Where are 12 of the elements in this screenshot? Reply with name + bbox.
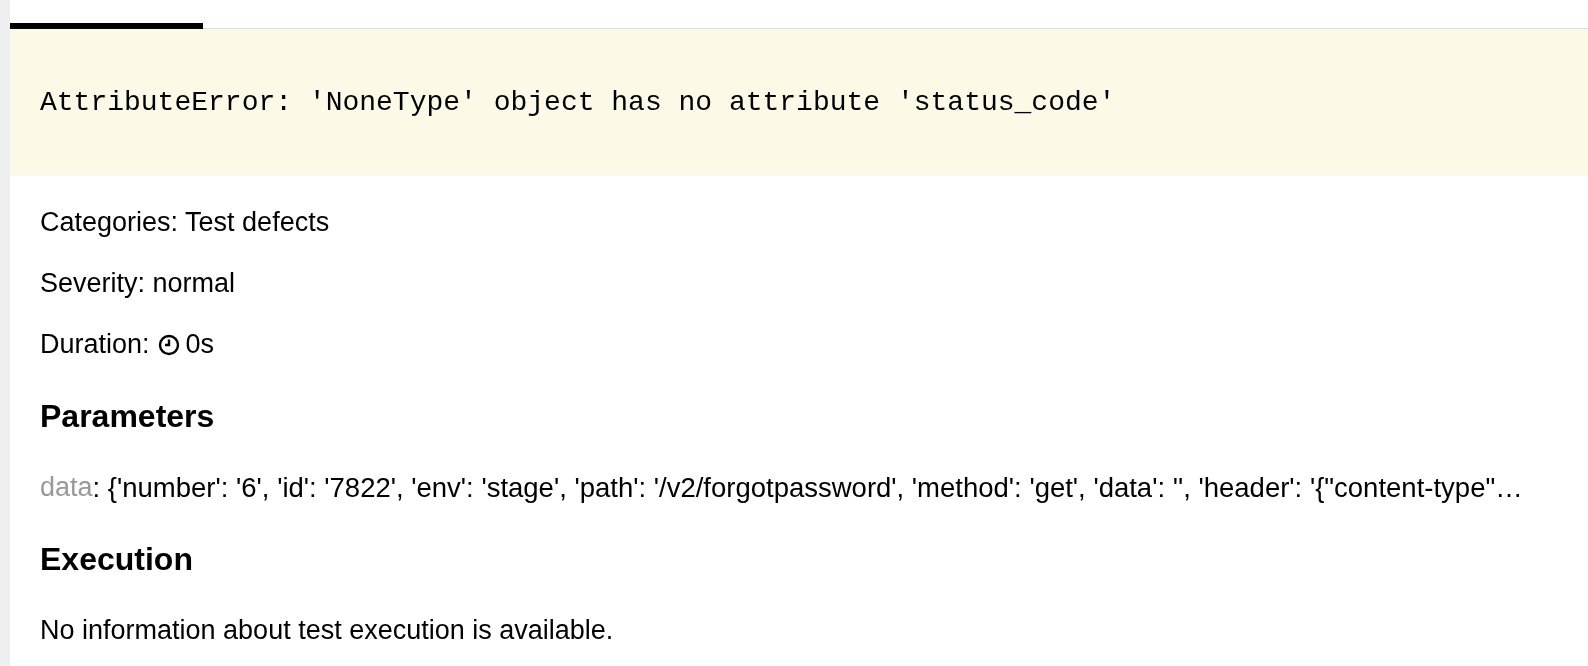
tab-indicator[interactable] bbox=[10, 23, 203, 29]
parameter-value: : {'number': '6', 'id': '7822', 'env': 'stage', 'path': '/v2/forgotpassword', 'method': 'get', 'data': '', 'header': '{"content-type"… bbox=[92, 471, 1523, 504]
section-heading: Parameters bbox=[40, 396, 216, 436]
duration-label: Duration: bbox=[40, 329, 150, 360]
execution-text: No information about test execution is available. bbox=[40, 614, 615, 647]
clock-icon bbox=[157, 333, 180, 356]
section-heading: Execution bbox=[40, 539, 194, 579]
error-message: AttributeError: 'NoneType' object has no attribute 'status_code' bbox=[40, 87, 1116, 118]
parameter-name: data bbox=[40, 472, 93, 503]
duration-value: 0s bbox=[185, 329, 215, 360]
severity-text: Severity: normal bbox=[40, 267, 237, 300]
categories-text: Categories: Test defects bbox=[40, 206, 331, 239]
